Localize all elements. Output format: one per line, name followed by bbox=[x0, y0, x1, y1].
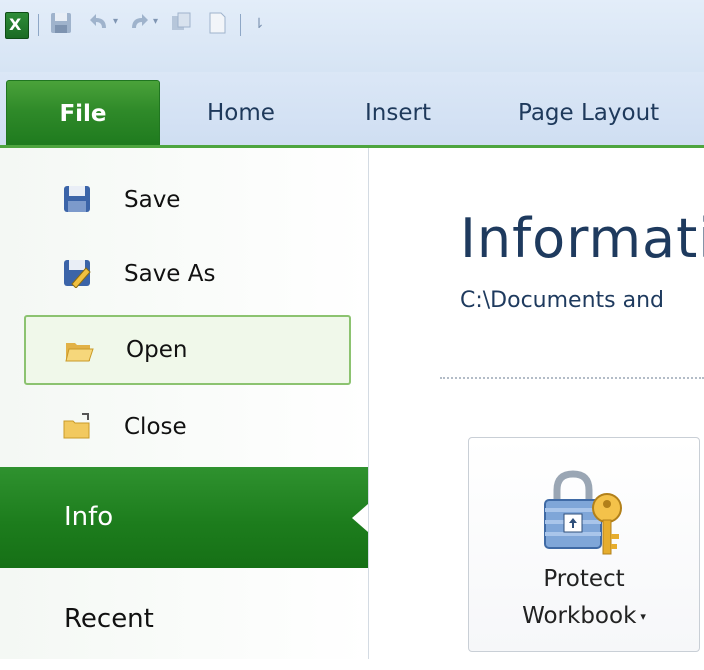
save-as-icon bbox=[62, 258, 92, 289]
toolbar-separator bbox=[38, 14, 39, 36]
page-title: Information bbox=[460, 207, 704, 270]
undo-icon[interactable] bbox=[86, 10, 112, 38]
tab-home[interactable]: Home bbox=[207, 80, 275, 147]
copy-icon[interactable] bbox=[168, 10, 194, 38]
save-icon bbox=[62, 184, 92, 214]
protect-label-line1: Protect bbox=[543, 566, 625, 592]
toolbar-separator bbox=[240, 14, 241, 36]
section-divider bbox=[440, 377, 704, 379]
tab-insert[interactable]: Insert bbox=[365, 80, 431, 147]
protect-label-line2: Workbook ▾ bbox=[469, 603, 699, 629]
excel-icon[interactable]: X bbox=[5, 12, 29, 39]
undo-dropdown-icon[interactable]: ▾ bbox=[113, 16, 123, 28]
open-folder-icon bbox=[64, 335, 94, 365]
save-button[interactable]: Save bbox=[24, 178, 351, 222]
close-folder-icon bbox=[62, 411, 92, 441]
selection-pointer bbox=[352, 504, 368, 532]
open-button[interactable]: Open bbox=[24, 315, 351, 385]
save-icon[interactable] bbox=[48, 10, 74, 38]
protect-label-text: Workbook bbox=[522, 603, 637, 629]
save-as-button[interactable]: Save As bbox=[24, 252, 351, 296]
nav-info[interactable]: Info bbox=[0, 467, 368, 568]
close-button[interactable]: Close bbox=[24, 405, 351, 449]
redo-dropdown-icon[interactable]: ▾ bbox=[153, 16, 163, 28]
save-label: Save bbox=[124, 187, 181, 213]
tab-file[interactable]: File bbox=[6, 80, 160, 147]
open-label: Open bbox=[126, 337, 188, 363]
customize-icon[interactable]: ⇂ bbox=[246, 10, 272, 38]
chevron-down-icon: ▾ bbox=[640, 610, 646, 623]
nav-recent[interactable]: Recent bbox=[0, 568, 368, 659]
new-document-icon[interactable] bbox=[204, 10, 230, 38]
nav-info-label: Info bbox=[64, 502, 114, 532]
lock-key-icon bbox=[537, 468, 629, 562]
nav-recent-label: Recent bbox=[64, 604, 154, 634]
quick-access-toolbar: X ▾ ▾ ⇂ bbox=[0, 0, 704, 72]
tab-page-layout[interactable]: Page Layout bbox=[518, 80, 659, 147]
save-as-label: Save As bbox=[124, 261, 216, 287]
protect-workbook-button[interactable]: Protect Workbook ▾ bbox=[468, 437, 700, 652]
close-label: Close bbox=[124, 414, 187, 440]
file-path: C:\Documents and bbox=[460, 288, 665, 313]
redo-icon[interactable] bbox=[126, 10, 152, 38]
